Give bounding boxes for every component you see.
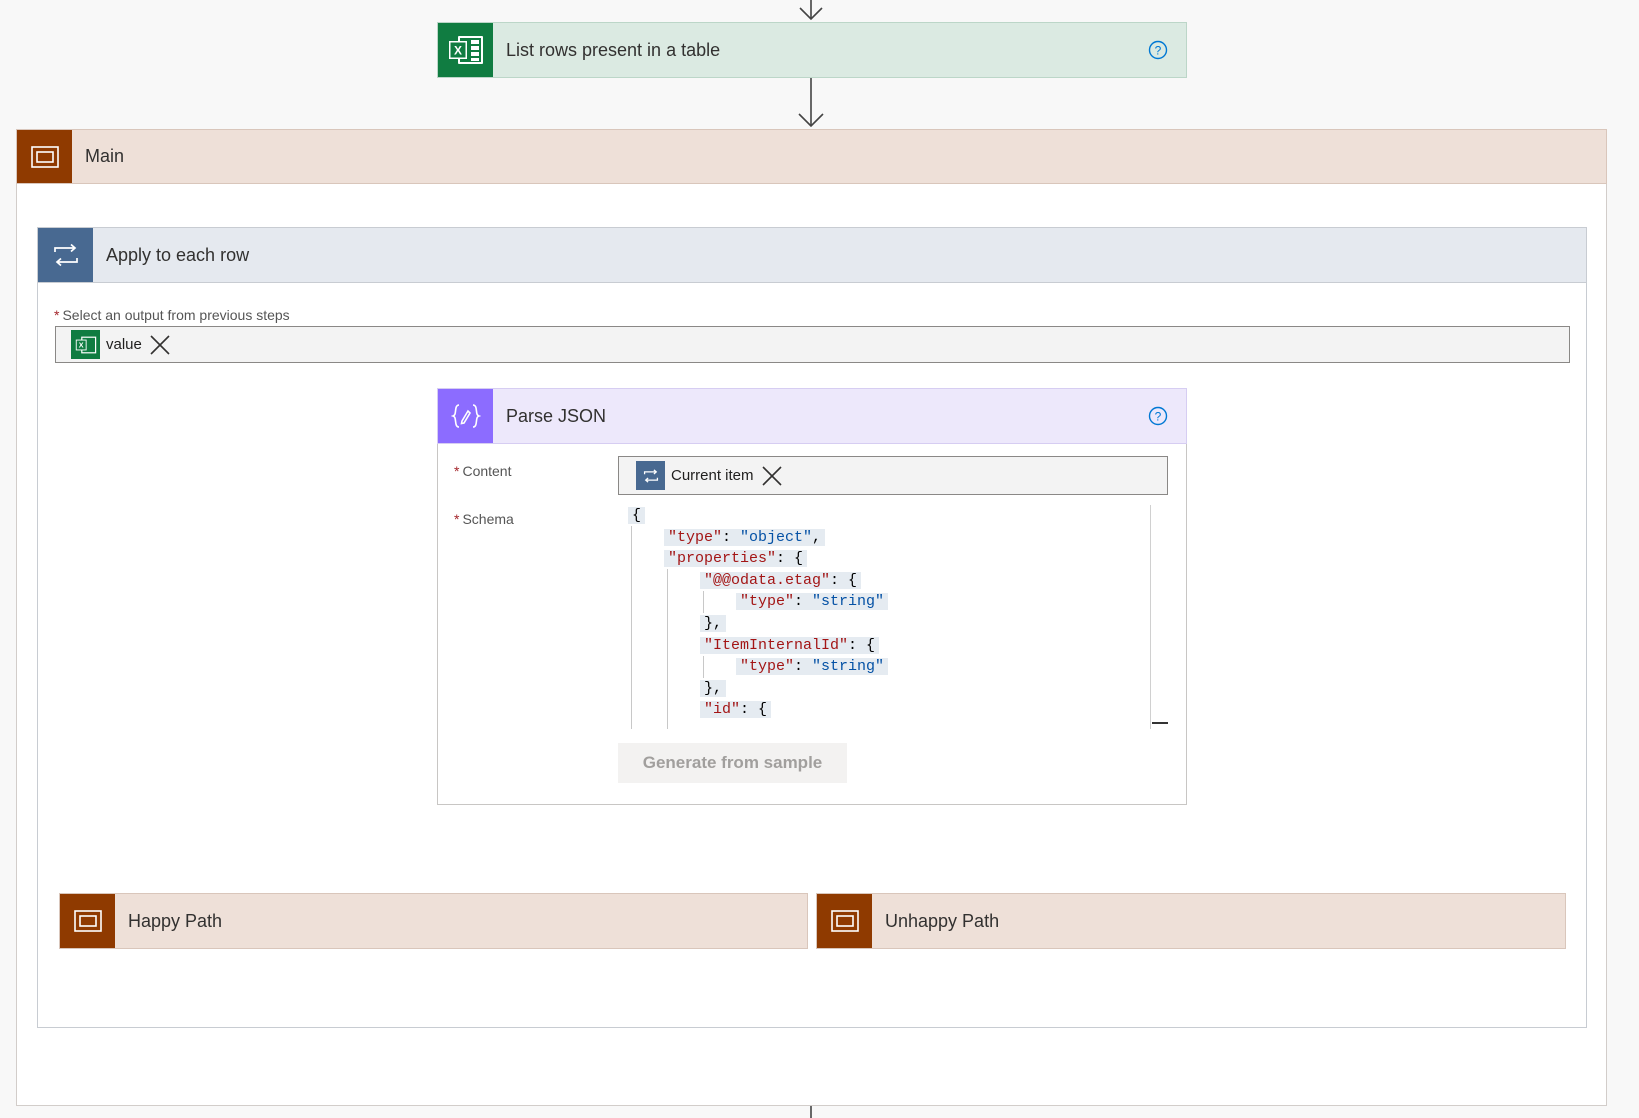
content-input[interactable]: Current item xyxy=(618,456,1168,495)
value-token[interactable]: X value xyxy=(71,327,171,362)
svg-text:?: ? xyxy=(1155,44,1162,58)
schema-label-text: Schema xyxy=(462,511,514,527)
loop-icon xyxy=(636,461,665,490)
current-item-token[interactable]: Current item xyxy=(636,457,783,494)
required-marker: * xyxy=(54,307,60,323)
main-scope-title: Main xyxy=(85,146,125,166)
schema-line: "id": { xyxy=(700,699,772,721)
schema-line: "@@odata.etag": { xyxy=(700,570,862,592)
indent-guide xyxy=(703,591,704,613)
select-output-label: * Select an output from previous steps xyxy=(54,307,290,323)
main-scope-header[interactable]: Main xyxy=(16,129,1607,184)
unhappy-path-scope[interactable]: Unhappy Path xyxy=(816,893,1566,949)
select-output-text: Select an output from previous steps xyxy=(62,307,290,323)
current-item-label: Current item xyxy=(671,467,754,484)
schema-line: "type": "string" xyxy=(736,591,889,613)
schema-line: "properties": { xyxy=(664,548,808,570)
required-marker: * xyxy=(454,511,460,527)
help-icon[interactable]: ? xyxy=(1148,406,1168,426)
generate-from-sample-button[interactable]: Generate from sample xyxy=(618,743,847,783)
close-icon[interactable] xyxy=(149,334,171,356)
schema-line: "type": "string" xyxy=(736,656,889,678)
content-label: * Content xyxy=(454,463,512,479)
happy-path-scope[interactable]: Happy Path xyxy=(59,893,808,949)
excel-icon: X xyxy=(71,330,100,359)
scope-icon xyxy=(17,130,72,183)
schema-line: "ItemInternalId": { xyxy=(700,635,880,657)
parse-json-icon xyxy=(438,389,493,443)
select-output-input[interactable]: X value xyxy=(55,326,1570,363)
help-icon[interactable]: ? xyxy=(1148,40,1168,60)
required-marker: * xyxy=(454,463,460,479)
unhappy-path-title: Unhappy Path xyxy=(885,910,1000,931)
schema-line: "type": "object", xyxy=(664,527,826,549)
value-token-label: value xyxy=(106,336,142,353)
schema-line: }, xyxy=(700,678,727,700)
list-rows-card[interactable]: X List rows present in a table ? xyxy=(437,22,1187,78)
excel-icon: X xyxy=(438,23,493,77)
list-rows-title: List rows present in a table xyxy=(506,39,721,60)
happy-path-title: Happy Path xyxy=(128,910,223,931)
content-label-text: Content xyxy=(462,463,512,479)
loop-icon xyxy=(38,228,93,282)
apply-each-title: Apply to each row xyxy=(106,244,250,265)
scrollbar-handle[interactable] xyxy=(1152,722,1168,724)
scrollbar-track xyxy=(1150,505,1151,729)
indent-guide xyxy=(667,569,668,729)
close-icon[interactable] xyxy=(761,465,783,487)
svg-text:X: X xyxy=(78,340,83,349)
schema-line: { xyxy=(628,505,646,527)
svg-text:X: X xyxy=(453,44,461,58)
scope-icon xyxy=(817,894,872,948)
parse-json-title: Parse JSON xyxy=(506,405,607,426)
schema-line: }, xyxy=(700,613,727,635)
schema-label: * Schema xyxy=(454,511,514,527)
indent-guide xyxy=(631,526,632,729)
parse-json-header[interactable]: Parse JSON ? xyxy=(437,388,1187,444)
svg-text:?: ? xyxy=(1155,410,1162,424)
indent-guide xyxy=(703,656,704,678)
scope-icon xyxy=(60,894,115,948)
apply-each-header[interactable]: Apply to each row xyxy=(37,227,1587,283)
schema-editor[interactable]: { "type": "object", "properties": { "@@o… xyxy=(618,505,1168,729)
